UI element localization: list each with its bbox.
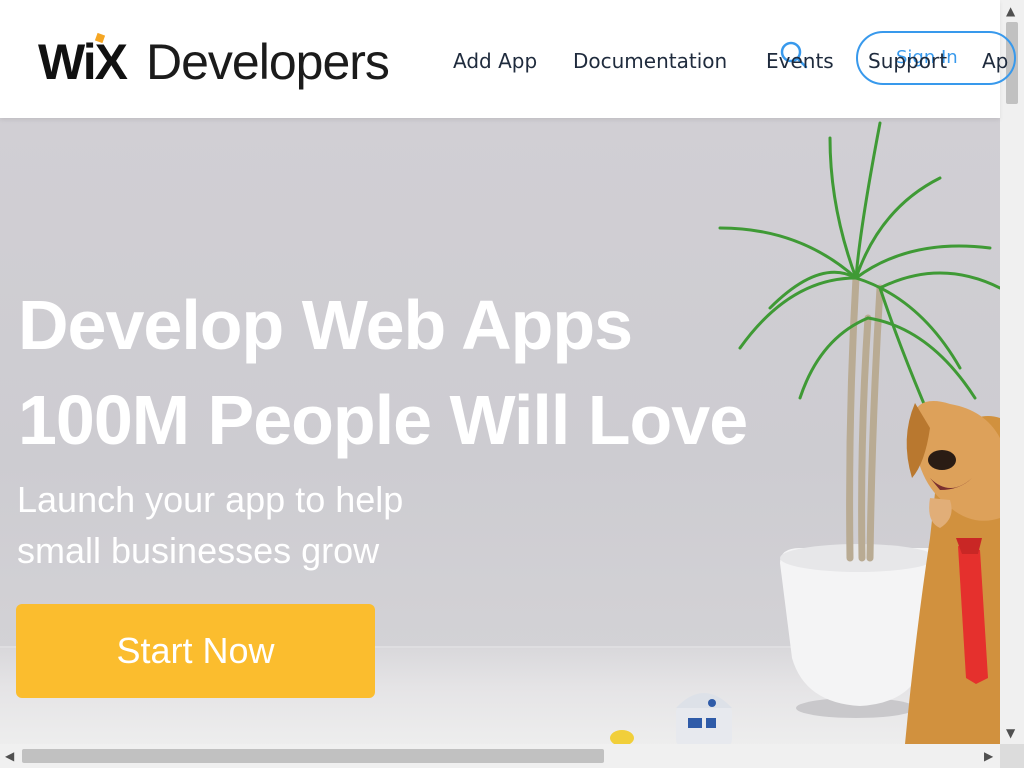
horizontal-scroll-thumb[interactable] — [22, 749, 604, 763]
hero-title: Develop Web Apps 100M People Will Love — [18, 278, 748, 468]
vertical-scrollbar[interactable]: ▲ ▼ — [1000, 0, 1024, 744]
logo-developers-text: Developers — [146, 34, 390, 90]
hero-title-line-2: 100M People Will Love — [18, 381, 748, 459]
nav-overflow-item[interactable]: Ap — [982, 48, 1008, 74]
horizontal-scrollbar[interactable]: ◀ ▶ — [0, 744, 1000, 768]
site-header: WiX Developers Add App Documentation Sig… — [0, 0, 1016, 118]
scrollbar-corner — [1000, 744, 1024, 768]
hero-title-line-1: Develop Web Apps — [18, 286, 633, 364]
plant-leaves — [718, 121, 1000, 420]
nav-add-app[interactable]: Add App — [453, 48, 537, 74]
start-now-button[interactable]: Start Now — [16, 604, 375, 698]
scroll-down-arrow-icon[interactable]: ▼ — [1006, 726, 1015, 740]
nav-support[interactable]: Support — [868, 48, 947, 74]
robot-toy-image — [676, 693, 732, 744]
nav-events[interactable]: Events — [766, 48, 834, 74]
logo-wix-text: WiX — [38, 34, 128, 90]
scroll-left-arrow-icon[interactable]: ◀ — [5, 749, 14, 763]
hero-subtitle: Launch your app to help small businesses… — [17, 474, 403, 576]
hero-banner: Develop Web Apps 100M People Will Love L… — [0, 118, 1000, 744]
scroll-right-arrow-icon[interactable]: ▶ — [984, 749, 993, 763]
yellow-toy-image — [610, 730, 634, 744]
hero-subtitle-line-2: small businesses grow — [17, 530, 380, 571]
scroll-up-arrow-icon[interactable]: ▲ — [1006, 4, 1015, 18]
start-now-label: Start Now — [116, 630, 275, 671]
nav-documentation[interactable]: Documentation — [573, 48, 727, 74]
hero-subtitle-line-1: Launch your app to help — [17, 479, 404, 520]
